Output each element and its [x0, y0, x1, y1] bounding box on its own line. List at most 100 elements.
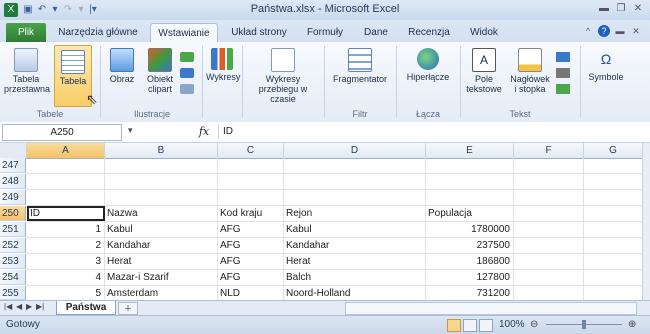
- row-header[interactable]: 252: [0, 238, 26, 253]
- column-header-e[interactable]: E: [426, 143, 514, 159]
- restore-icon[interactable]: ❐: [614, 3, 628, 15]
- textbox-button[interactable]: A Pole tekstowe: [464, 48, 504, 94]
- tab-review[interactable]: Recenzja: [404, 23, 454, 42]
- row-header[interactable]: 250: [0, 206, 26, 221]
- formula-input[interactable]: ID: [218, 124, 649, 139]
- tab-data[interactable]: Dane: [358, 23, 394, 42]
- tab-view[interactable]: Widok: [464, 23, 504, 42]
- column-header-c[interactable]: C: [218, 143, 284, 159]
- row-header[interactable]: 251: [0, 222, 26, 237]
- cell-id[interactable]: 5: [27, 286, 104, 300]
- cell-name[interactable]: Mazar-i Szarif: [107, 270, 215, 285]
- zoom-in-icon[interactable]: ⊕: [628, 319, 636, 330]
- select-all-corner[interactable]: [0, 143, 27, 159]
- column-header-d[interactable]: D: [284, 143, 426, 159]
- help-icon[interactable]: ?: [598, 25, 610, 37]
- cell-d250[interactable]: Rejon: [286, 206, 424, 221]
- cell-code[interactable]: AFG: [220, 254, 282, 269]
- zoom-level[interactable]: 100%: [499, 319, 525, 330]
- row-header[interactable]: 255: [0, 286, 26, 300]
- cell-population[interactable]: 1780000: [426, 222, 513, 237]
- sparklines-button[interactable]: Wykresy przebiegu w czasie: [246, 48, 320, 104]
- symbols-button[interactable]: Ω Symbole: [584, 48, 628, 82]
- cell-region[interactable]: Balch: [286, 270, 424, 285]
- status-bar: Gotowy 100% ⊖ ⊕: [0, 315, 650, 334]
- cell-region[interactable]: Kabul: [286, 222, 424, 237]
- header-footer-button[interactable]: Nagłówek i stopka: [508, 48, 552, 94]
- first-sheet-icon[interactable]: |◀: [4, 302, 12, 311]
- pivot-table-button[interactable]: Tabela przestawna: [4, 48, 50, 94]
- cell-code[interactable]: AFG: [220, 238, 282, 253]
- horizontal-scrollbar[interactable]: [345, 302, 637, 315]
- column-header-g[interactable]: G: [584, 143, 643, 159]
- charts-button[interactable]: Wykresy: [206, 48, 240, 82]
- cell-code[interactable]: AFG: [220, 222, 282, 237]
- signature-line-icon[interactable]: [556, 68, 570, 78]
- zoom-slider-thumb[interactable]: [582, 320, 586, 329]
- cell-code[interactable]: AFG: [220, 270, 282, 285]
- cell-c250[interactable]: Kod kraju: [220, 206, 282, 221]
- normal-view-icon[interactable]: [447, 319, 461, 332]
- sheet-tab-panstwa[interactable]: Państwa: [56, 301, 116, 315]
- page-break-view-icon[interactable]: [479, 319, 493, 332]
- prev-sheet-icon[interactable]: ◀: [16, 302, 22, 311]
- name-box[interactable]: A250: [2, 124, 122, 141]
- cell-b250[interactable]: Nazwa: [107, 206, 215, 221]
- close-icon[interactable]: ✕: [631, 3, 645, 15]
- cell-name[interactable]: Kabul: [107, 222, 215, 237]
- cell-region[interactable]: Noord-Holland: [286, 286, 424, 300]
- zoom-out-icon[interactable]: ⊖: [530, 319, 538, 330]
- page-layout-view-icon[interactable]: [463, 319, 477, 332]
- workbook-minimize-icon[interactable]: ▬: [614, 25, 626, 37]
- row-header[interactable]: 249: [0, 190, 26, 205]
- cell-name[interactable]: Amsterdam: [107, 286, 215, 300]
- row-header[interactable]: 254: [0, 270, 26, 285]
- cell-population[interactable]: 237500: [426, 238, 513, 253]
- column-header-a[interactable]: A: [27, 143, 105, 159]
- cell-id[interactable]: 3: [27, 254, 104, 269]
- column-header-f[interactable]: F: [514, 143, 584, 159]
- cell-population[interactable]: 731200: [426, 286, 513, 300]
- hyperlink-button[interactable]: Hiperłącze: [400, 48, 456, 82]
- clipart-button[interactable]: Obiekt clipart: [142, 48, 178, 94]
- cell-region[interactable]: Herat: [286, 254, 424, 269]
- row-header[interactable]: 247: [0, 158, 26, 173]
- cell-name[interactable]: Herat: [107, 254, 215, 269]
- vertical-scrollbar[interactable]: [642, 143, 650, 300]
- cell-name[interactable]: Kandahar: [107, 238, 215, 253]
- smartart-icon[interactable]: [180, 68, 194, 78]
- insert-function-icon[interactable]: fx: [196, 124, 212, 139]
- cell-id[interactable]: 2: [27, 238, 104, 253]
- tab-formulas[interactable]: Formuły: [302, 23, 348, 42]
- tab-page-layout[interactable]: Układ strony: [226, 23, 292, 42]
- minimize-icon[interactable]: ▬: [597, 3, 611, 15]
- row-header[interactable]: 253: [0, 254, 26, 269]
- row-header[interactable]: 248: [0, 174, 26, 189]
- workbook-close-icon[interactable]: ✕: [630, 25, 642, 37]
- tab-home[interactable]: Narzędzia główne: [56, 23, 140, 42]
- cell-population[interactable]: 127800: [426, 270, 513, 285]
- cell-id[interactable]: 1: [27, 222, 104, 237]
- slicer-button[interactable]: Fragmentator: [328, 48, 392, 84]
- cell-region[interactable]: Kandahar: [286, 238, 424, 253]
- shapes-icon[interactable]: [180, 52, 194, 62]
- object-icon[interactable]: [556, 84, 570, 94]
- insert-sheet-icon[interactable]: ＋: [118, 302, 138, 315]
- last-sheet-icon[interactable]: ▶|: [36, 302, 44, 311]
- tab-file[interactable]: Plik: [6, 23, 46, 42]
- picture-button[interactable]: Obraz: [106, 48, 138, 84]
- tab-insert[interactable]: Wstawianie: [150, 23, 218, 43]
- column-header-b[interactable]: B: [105, 143, 218, 159]
- cell-population[interactable]: 186800: [426, 254, 513, 269]
- cell-code[interactable]: NLD: [220, 286, 282, 300]
- cell-e250[interactable]: Populacja: [428, 206, 512, 221]
- worksheet-grid[interactable]: A B C D E F G 247 248 249 250 251 252 25…: [0, 143, 650, 300]
- header-footer-icon: [518, 48, 542, 72]
- wordart-icon[interactable]: [556, 52, 570, 62]
- minimize-ribbon-icon[interactable]: ^: [582, 25, 594, 37]
- cell-id[interactable]: 4: [27, 270, 104, 285]
- ribbon-insert: Tabela przestawna Tabela ⇖ Tabele Obraz …: [0, 42, 650, 123]
- next-sheet-icon[interactable]: ▶: [26, 302, 32, 311]
- name-box-dropdown-icon[interactable]: ▾: [128, 125, 133, 136]
- screenshot-icon[interactable]: [180, 84, 194, 94]
